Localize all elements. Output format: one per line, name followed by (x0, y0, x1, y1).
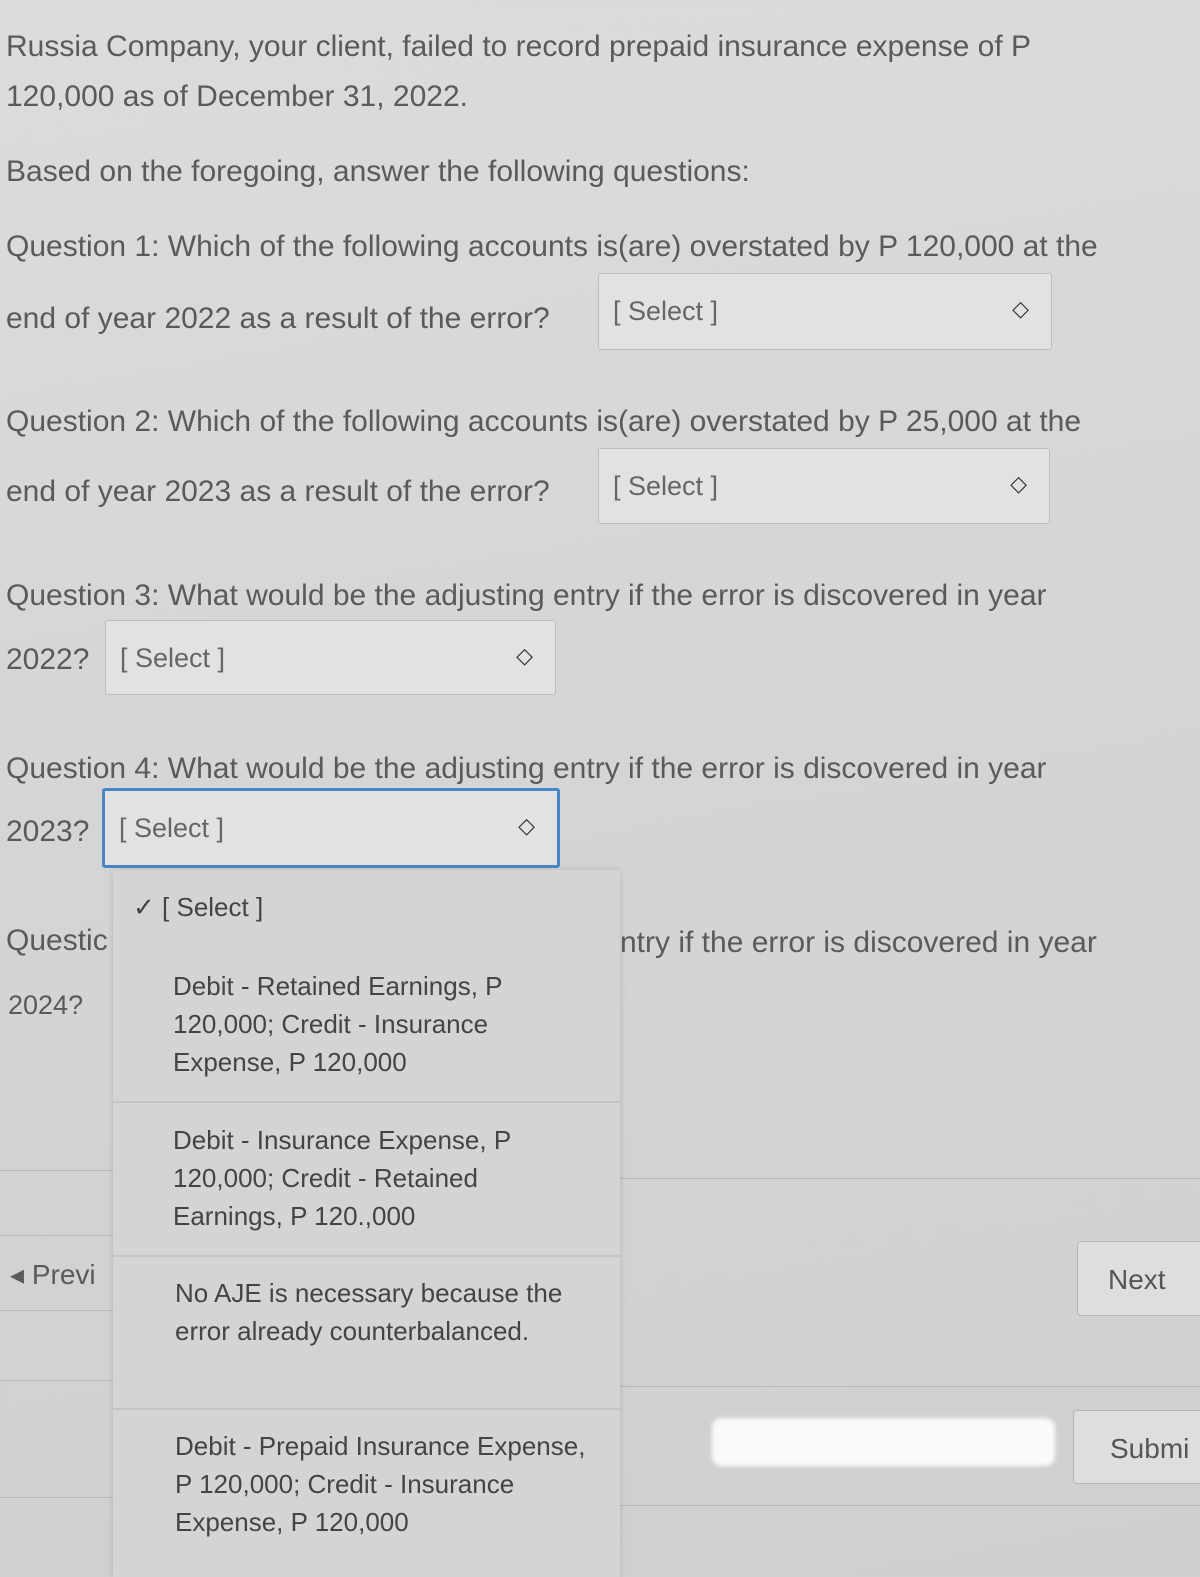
intro-prompt: Based on the foregoing, answer the follo… (6, 155, 750, 188)
option-select[interactable]: ✓ [ Select ] (133, 892, 263, 923)
question-1-select[interactable]: [ Select ] ◇ (598, 273, 1052, 350)
option-separator (113, 1408, 620, 1410)
divider (0, 1170, 113, 1171)
question-5-text-left: Questic (6, 924, 108, 957)
divider (0, 1235, 113, 1236)
divider (620, 1505, 1200, 1506)
redacted-area (712, 1418, 1055, 1466)
question-4-text: Question 4: What would be the adjusting … (6, 752, 1047, 785)
question-2-text-2: end of year 2023 as a result of the erro… (6, 475, 550, 508)
question-5-text-2: 2024? (8, 990, 84, 1020)
select-value: [ Select ] (119, 813, 225, 843)
option-no-aje[interactable]: No AJE is necessary because the error al… (175, 1274, 595, 1350)
intro-line-2: 120,000 as of December 31, 2022. (6, 80, 468, 113)
option-label: [ Select ] (162, 892, 264, 922)
question-3-select[interactable]: [ Select ] ◇ (105, 620, 556, 695)
select-value: [ Select ] (120, 643, 226, 673)
updown-chevron-icon: ◇ (1010, 471, 1027, 496)
next-button[interactable]: Next (1077, 1241, 1200, 1316)
updown-chevron-icon: ◇ (1012, 296, 1029, 321)
option-debit-prepaid-insurance[interactable]: Debit - Prepaid Insurance Expense, P 120… (175, 1427, 595, 1541)
check-icon: ✓ (133, 892, 155, 922)
divider (620, 1386, 1200, 1387)
question-2-select[interactable]: [ Select ] ◇ (598, 448, 1050, 524)
submit-button[interactable]: Submi (1073, 1410, 1200, 1484)
updown-chevron-icon: ◇ (518, 813, 535, 838)
select-value: [ Select ] (613, 296, 719, 326)
intro-line-1: Russia Company, your client, failed to r… (6, 30, 1031, 63)
question-3-text: Question 3: What would be the adjusting … (6, 579, 1047, 612)
question-2-text: Question 2: Which of the following accou… (6, 405, 1082, 438)
option-debit-insurance-expense[interactable]: Debit - Insurance Expense, P 120,000; Cr… (173, 1121, 593, 1235)
question-5-text-right: ntry if the error is discovered in year (620, 926, 1097, 959)
question-3-text-2: 2022? (6, 643, 90, 676)
question-4-select[interactable]: [ Select ] ◇ (102, 788, 560, 868)
question-1-text-2: end of year 2022 as a result of the erro… (6, 302, 550, 335)
question-4-dropdown-list: ✓ [ Select ] Debit - Retained Earnings, … (113, 870, 620, 1577)
updown-chevron-icon: ◇ (516, 643, 533, 668)
divider (0, 1380, 113, 1381)
divider (0, 1497, 113, 1498)
select-value: [ Select ] (613, 471, 719, 501)
option-debit-retained-earnings[interactable]: Debit - Retained Earnings, P 120,000; Cr… (173, 967, 593, 1081)
divider (0, 1310, 113, 1311)
option-separator (113, 1101, 620, 1103)
previous-button[interactable]: ◂ Previ (10, 1258, 96, 1291)
question-4-text-2: 2023? (6, 815, 90, 848)
option-separator (113, 1255, 620, 1257)
divider (620, 1178, 1200, 1179)
question-1-text: Question 1: Which of the following accou… (6, 230, 1098, 263)
